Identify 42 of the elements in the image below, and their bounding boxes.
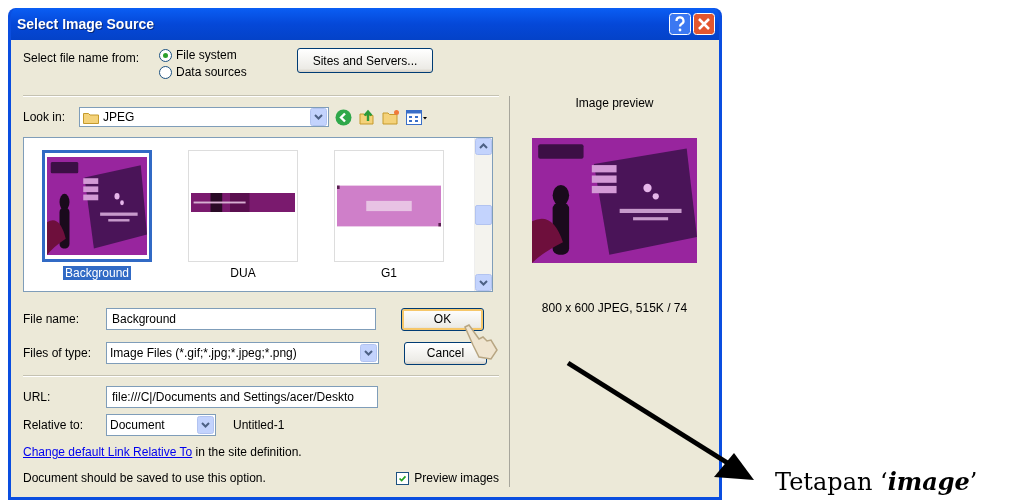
up-folder-icon[interactable]: [358, 108, 376, 126]
save-note: Document should be saved to use this option.: [23, 471, 267, 485]
scrollbar[interactable]: [474, 138, 492, 291]
scroll-up-icon[interactable]: [475, 138, 492, 155]
new-folder-icon[interactable]: [382, 109, 400, 125]
file-name[interactable]: Background: [62, 266, 131, 280]
relative-to-dropdown[interactable]: Document: [106, 414, 216, 436]
file-name-field[interactable]: Background: [106, 308, 376, 330]
change-default-link[interactable]: Change default Link Relative To: [23, 445, 193, 459]
radio-button[interactable]: [159, 48, 172, 62]
field-label: Look in:: [23, 110, 67, 124]
annotation-text: Tetapan ‘image’: [775, 467, 978, 496]
url-field[interactable]: file:///C|/Documents and Settings/acer/Deskto: [106, 386, 378, 408]
radio-label: Data sources: [176, 65, 247, 79]
checkbox-label: Preview images: [414, 471, 499, 485]
thumbnail[interactable]: [42, 150, 152, 262]
field-label: File name:: [23, 312, 81, 326]
radio-label: File system: [176, 48, 237, 62]
close-icon[interactable]: [693, 13, 715, 35]
file-name[interactable]: DUA: [228, 266, 258, 280]
document-name: Untitled-1: [233, 418, 285, 432]
file-type-dropdown[interactable]: Image Files (*.gif;*.jpg;*.jpeg;*.png): [106, 342, 379, 364]
image-info: 800 x 600 JPEG, 515K / 74: [541, 301, 688, 315]
file-name[interactable]: G1: [379, 266, 399, 280]
field-label: Files of type:: [23, 346, 93, 360]
sites-and-servers-button[interactable]: Sites and Servers...: [297, 48, 433, 73]
preview-title: Image preview: [575, 96, 654, 110]
help-icon[interactable]: [669, 13, 691, 35]
scroll-thumb[interactable]: [475, 204, 492, 225]
site-definition-note: Change default Link Relative To in the site definition.: [23, 445, 303, 459]
radio-button[interactable]: [159, 65, 172, 79]
view-menu-icon[interactable]: [406, 109, 428, 125]
field-label: URL:: [23, 390, 52, 404]
look-in-dropdown[interactable]: JPEG: [79, 107, 329, 127]
checkbox[interactable]: [396, 471, 410, 485]
field-label: Relative to:: [23, 418, 85, 432]
folder-icon: [83, 110, 99, 124]
back-icon[interactable]: [335, 108, 352, 126]
ok-button[interactable]: OK: [401, 307, 484, 331]
scroll-down-icon[interactable]: [475, 274, 492, 291]
field-label: Select file name from:: [23, 51, 141, 67]
window-title: Select Image Source: [17, 16, 155, 32]
